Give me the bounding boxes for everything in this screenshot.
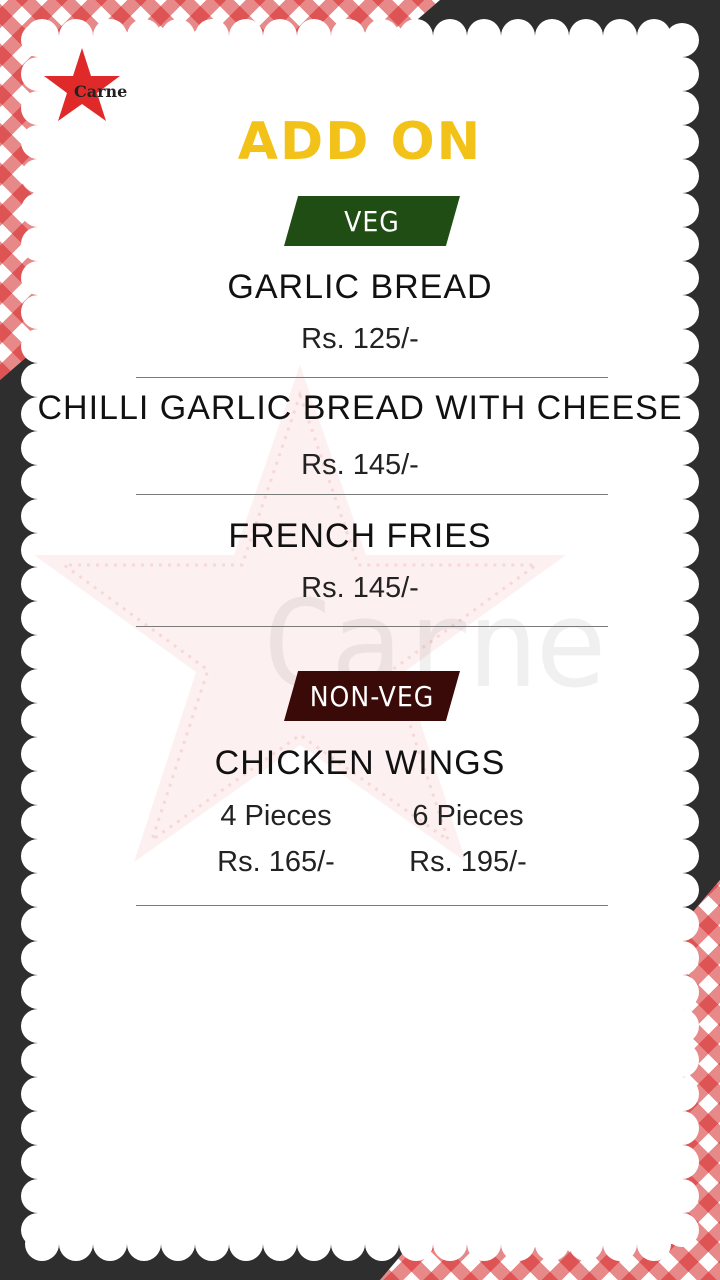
- item-divider: [136, 626, 608, 627]
- menu-item-name: FRENCH FRIES: [228, 517, 492, 555]
- option-label: 4 Pieces: [220, 800, 332, 832]
- veg-section-label: VEG: [344, 204, 400, 238]
- item-divider: [136, 494, 608, 495]
- nonveg-section-label: NON-VEG: [309, 679, 435, 713]
- menu-item-price: Rs. 145/-: [301, 572, 419, 604]
- menu-item-name: GARLIC BREAD: [227, 268, 493, 306]
- option-price: Rs. 195/-: [409, 846, 527, 878]
- item-divider: [136, 905, 608, 906]
- menu-item-price: Rs. 145/-: [301, 449, 419, 481]
- logo-text: Carne: [74, 82, 128, 101]
- item-divider: [136, 377, 608, 378]
- page-title: ADD ON: [237, 112, 483, 172]
- option-label: 6 Pieces: [412, 800, 524, 832]
- menu-item-name: CHICKEN WINGS: [214, 744, 506, 782]
- menu-item-price: Rs. 125/-: [301, 323, 419, 355]
- option-price: Rs. 165/-: [217, 846, 335, 878]
- veg-section-banner: VEG: [284, 196, 460, 246]
- menu-item-name: CHILLI GARLIC BREAD WITH CHEESE: [37, 389, 683, 427]
- nonveg-section-banner: NON-VEG: [284, 671, 460, 721]
